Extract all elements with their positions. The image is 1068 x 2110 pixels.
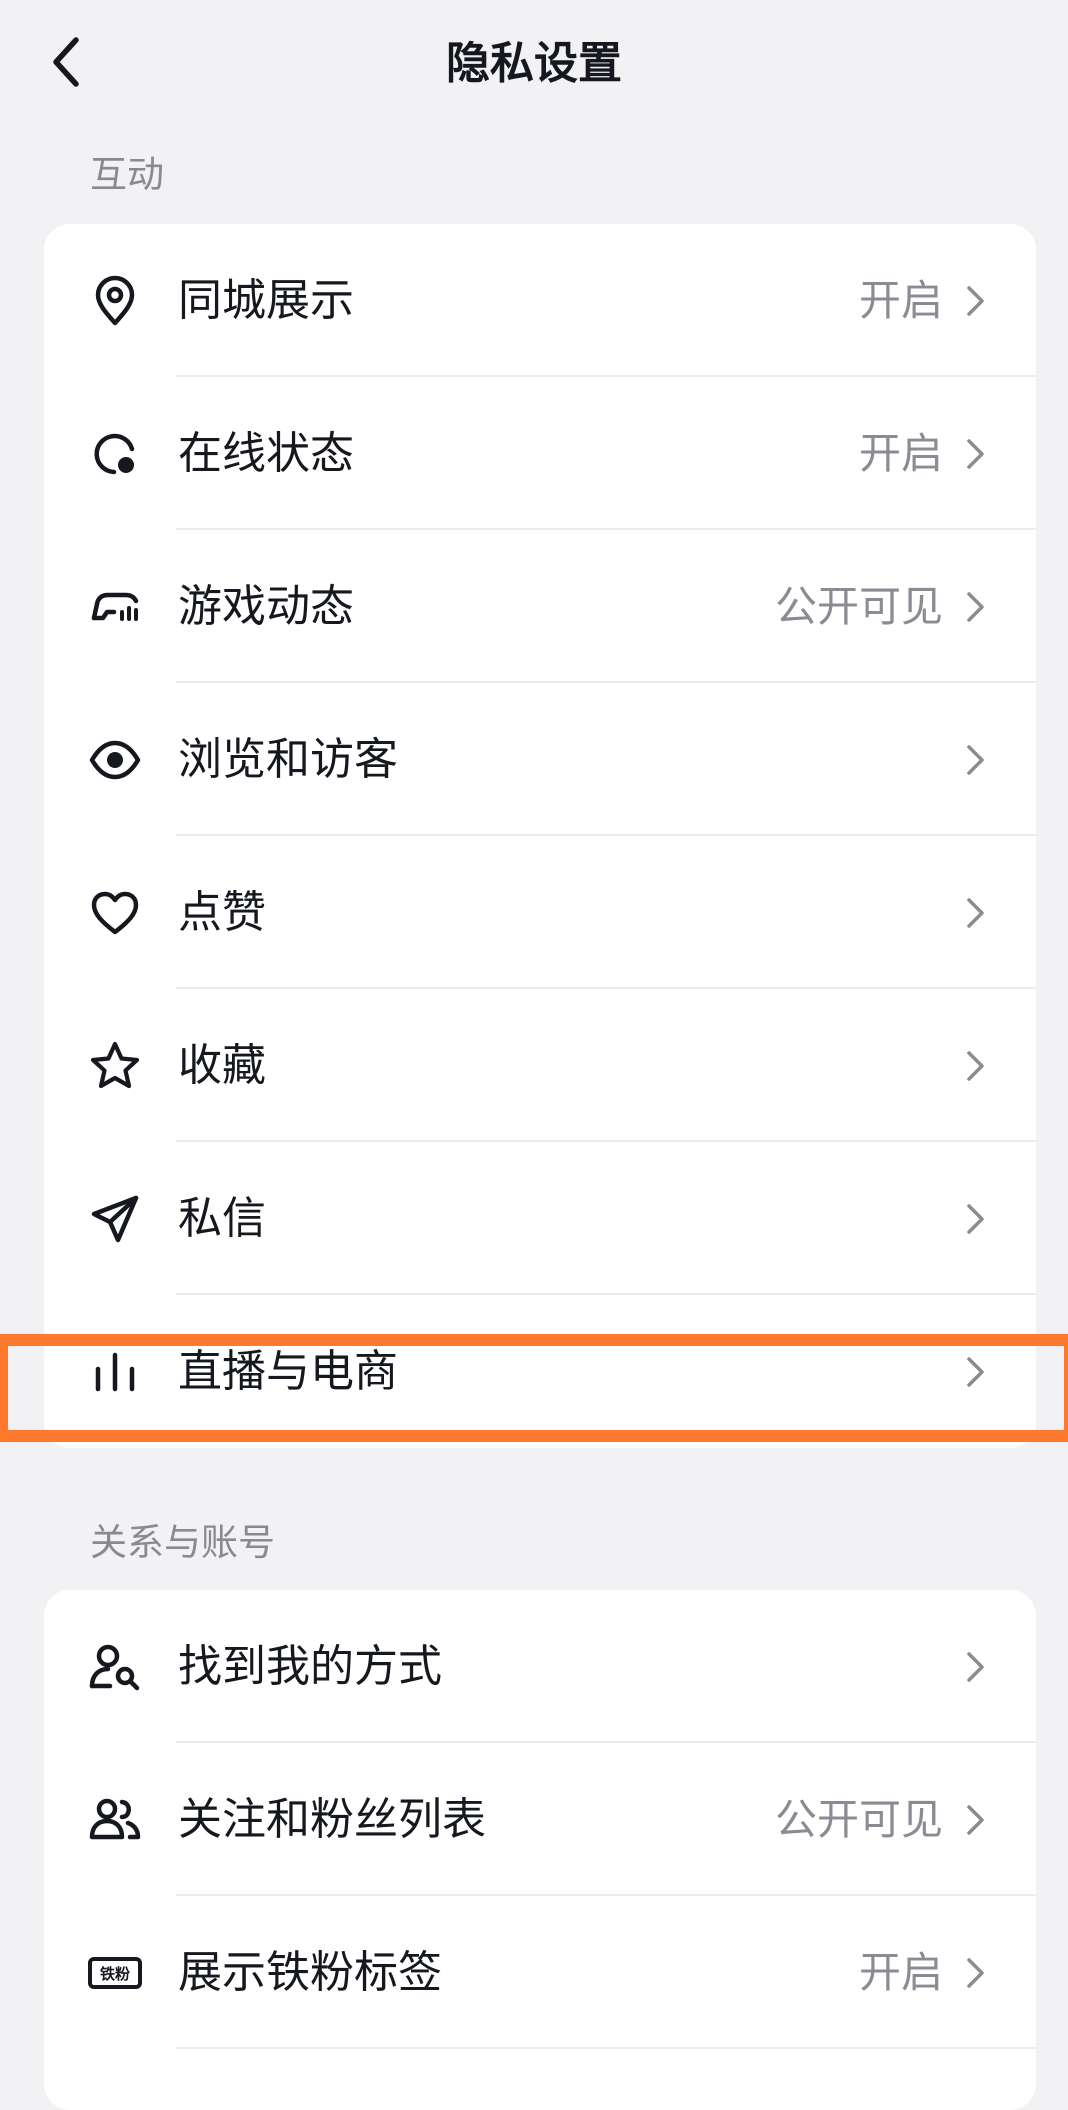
setting-value: 公开可见 bbox=[774, 1794, 943, 1844]
top-nav-bar: 隐私设置 bbox=[0, 0, 1068, 130]
gamepad-icon bbox=[88, 580, 142, 634]
relations-account-card: 找到我的方式 关注和粉丝列表 公开可见 铁粉 展示铁粉标签 开启 bbox=[44, 1590, 1036, 2110]
chevron-right-icon bbox=[964, 1352, 988, 1392]
chevron-right-icon bbox=[964, 434, 988, 474]
setting-label: 私信 bbox=[178, 1192, 266, 1244]
setting-row-online-status[interactable]: 在线状态 开启 bbox=[44, 377, 1036, 530]
section-label-interaction: 互动 bbox=[90, 153, 164, 196]
row-divider bbox=[176, 2047, 1036, 2049]
setting-row-fan-badge[interactable]: 铁粉 展示铁粉标签 开启 bbox=[44, 1896, 1036, 2049]
setting-label: 收藏 bbox=[178, 1039, 266, 1091]
setting-label: 同城展示 bbox=[178, 274, 354, 326]
setting-value: 公开可见 bbox=[774, 581, 943, 631]
setting-row-live-and-ecommerce[interactable]: 直播与电商 bbox=[44, 1295, 1036, 1448]
setting-row-game-activity[interactable]: 游戏动态 公开可见 bbox=[44, 530, 1036, 683]
eye-icon bbox=[88, 733, 142, 787]
chevron-right-icon bbox=[964, 587, 988, 627]
chevron-right-icon bbox=[964, 1046, 988, 1086]
chevron-right-icon bbox=[964, 1953, 988, 1993]
star-icon bbox=[88, 1039, 142, 1093]
chevron-right-icon bbox=[964, 740, 988, 780]
heart-icon bbox=[88, 886, 142, 940]
users-icon bbox=[88, 1793, 142, 1847]
chevron-right-icon bbox=[964, 1800, 988, 1840]
fan-badge-text: 铁粉 bbox=[100, 1965, 130, 1983]
chevron-right-icon bbox=[964, 1199, 988, 1239]
setting-row-browse-visitors[interactable]: 浏览和访客 bbox=[44, 683, 1036, 836]
chevron-right-icon bbox=[964, 1647, 988, 1687]
setting-label: 浏览和访客 bbox=[178, 733, 398, 785]
setting-row-likes[interactable]: 点赞 bbox=[44, 836, 1036, 989]
setting-label: 关注和粉丝列表 bbox=[178, 1793, 486, 1845]
setting-label: 直播与电商 bbox=[178, 1345, 398, 1397]
setting-label: 游戏动态 bbox=[178, 580, 354, 632]
setting-row-favorites[interactable]: 收藏 bbox=[44, 989, 1036, 1142]
interaction-settings-card: 同城展示 开启 在线状态 开启 游戏动态 公开可见 浏览和访客 点赞 收藏 私信… bbox=[44, 224, 1036, 1448]
setting-label: 点赞 bbox=[178, 886, 266, 938]
setting-value: 开启 bbox=[858, 275, 943, 325]
setting-value: 开启 bbox=[858, 1947, 943, 1997]
setting-row-find-me[interactable]: 找到我的方式 bbox=[44, 1590, 1036, 1743]
person-search-icon bbox=[88, 1640, 142, 1694]
setting-label: 在线状态 bbox=[178, 427, 354, 479]
setting-label: 找到我的方式 bbox=[178, 1640, 442, 1692]
page-title: 隐私设置 bbox=[446, 38, 622, 89]
setting-row-nearby-display[interactable]: 同城展示 开启 bbox=[44, 224, 1036, 377]
setting-value: 开启 bbox=[858, 428, 943, 478]
online-status-icon bbox=[88, 427, 142, 481]
paper-plane-icon bbox=[88, 1192, 142, 1246]
setting-label: 展示铁粉标签 bbox=[178, 1946, 442, 1998]
live-bars-icon bbox=[88, 1345, 142, 1399]
fan-badge-icon: 铁粉 bbox=[88, 1946, 142, 2000]
setting-row-direct-messages[interactable]: 私信 bbox=[44, 1142, 1036, 1295]
chevron-right-icon bbox=[964, 893, 988, 933]
section-label-relations-account: 关系与账号 bbox=[90, 1521, 275, 1564]
location-pin-icon bbox=[88, 274, 142, 328]
chevron-right-icon bbox=[964, 281, 988, 321]
setting-row-follow-fans-list[interactable]: 关注和粉丝列表 公开可见 bbox=[44, 1743, 1036, 1896]
